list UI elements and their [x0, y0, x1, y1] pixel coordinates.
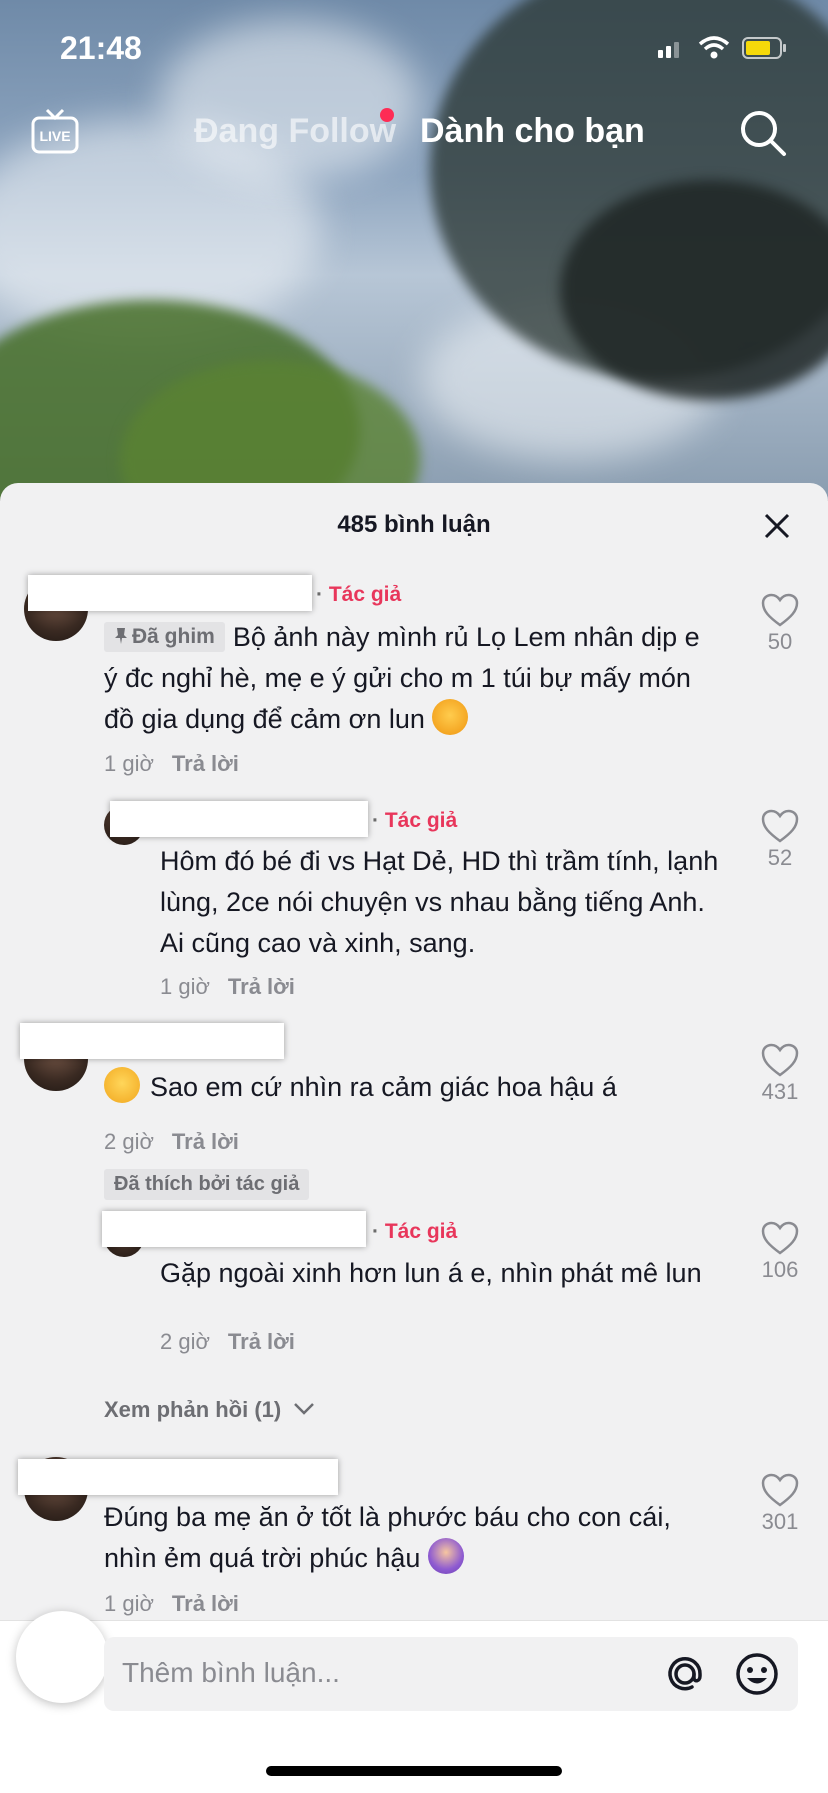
username-redacted [18, 1459, 338, 1495]
tab-following[interactable]: Đang Follow [194, 112, 396, 151]
heart-icon [761, 1473, 799, 1507]
like-count: 52 [767, 845, 793, 870]
live-tv-icon: LIVE [31, 108, 79, 154]
reply-button[interactable]: Trả lời [172, 1591, 239, 1616]
heart-icon [761, 593, 799, 627]
like-count: 106 [761, 1257, 799, 1282]
username-redacted [28, 575, 312, 611]
comment-text: Hôm đó bé đi vs Hạt Dẻ, HD thì trầm tính… [160, 846, 719, 958]
comments-sheet: 485 bình luận Tác giả Đã ghim Bộ ảnh này… [0, 483, 828, 1792]
notification-dot [380, 108, 394, 122]
svg-text:LIVE: LIVE [39, 128, 70, 144]
comment-text: Đã ghim Bộ ảnh này mình rủ Lọ Lem nhân d… [104, 622, 700, 735]
comment-meta: 1 giờ Trả lời [160, 974, 295, 999]
comments-count-title: 485 bình luận [337, 511, 491, 538]
my-avatar [16, 1611, 108, 1703]
like-button[interactable]: 50 [750, 593, 810, 655]
comment-input[interactable]: Thêm bình luận... [104, 1637, 798, 1711]
like-button[interactable]: 106 [750, 1221, 810, 1283]
status-icons [656, 36, 788, 60]
close-icon [764, 513, 790, 539]
signal-icon [658, 42, 679, 58]
reply-button[interactable]: Trả lời [172, 1129, 239, 1154]
smiling-face-with-hearts-icon [432, 699, 469, 735]
comment-meta: 1 giờ Trả lời [104, 751, 239, 776]
home-indicator [266, 1766, 562, 1776]
like-button[interactable]: 52 [750, 809, 810, 871]
close-button[interactable] [762, 511, 792, 541]
username-redacted [102, 1211, 366, 1247]
video-background [0, 0, 828, 500]
liked-by-author-badge: Đã thích bởi tác giả [104, 1169, 310, 1200]
top-navigation: LIVE Đang Follow Dành cho bạn [0, 108, 828, 158]
comment-meta: 2 giờ Trả lời [104, 1129, 239, 1154]
comment-input-placeholder: Thêm bình luận... [122, 1657, 340, 1688]
woman-gesturing-ok-icon [427, 1538, 464, 1574]
like-count: 431 [761, 1079, 799, 1104]
comment-meta: 1 giờ Trả lời [104, 1591, 239, 1616]
reply-button[interactable]: Trả lời [172, 751, 239, 776]
battery-icon [742, 37, 786, 59]
author-badge: Tác giả [372, 809, 457, 833]
like-count: 50 [767, 629, 793, 654]
like-button[interactable]: 301 [750, 1473, 810, 1535]
live-button[interactable]: LIVE [30, 108, 80, 156]
heart-icon [761, 1043, 799, 1077]
emoji-icon[interactable] [734, 1651, 780, 1697]
like-button[interactable]: 431 [750, 1043, 810, 1105]
reply-button[interactable]: Trả lời [228, 974, 295, 999]
heart-icon [761, 809, 799, 843]
pinned-badge: Đã ghim [104, 622, 225, 652]
pin-icon [115, 628, 127, 644]
pleading-face-icon [104, 1067, 140, 1103]
username-redacted [20, 1023, 284, 1059]
comment-meta: 2 giờ Trả lời [160, 1329, 295, 1354]
comment-text: Gặp ngoài xinh hơn lun á e, nhìn phát mê… [160, 1258, 702, 1288]
status-time: 21:48 [60, 30, 142, 66]
search-icon [741, 111, 786, 156]
comment-text: Sao em cứ nhìn ra cảm giác hoa hậu á [104, 1067, 704, 1108]
chevron-down-icon [294, 1403, 315, 1415]
heart-icon [761, 1221, 799, 1255]
search-button[interactable] [738, 108, 788, 158]
mention-icon[interactable] [662, 1651, 708, 1697]
author-badge: Tác giả [372, 1220, 457, 1244]
tab-for-you[interactable]: Dành cho bạn [420, 112, 645, 151]
author-badge: Tác giả [316, 583, 401, 607]
wifi-icon [698, 36, 730, 59]
username-redacted [110, 801, 368, 837]
reply-button[interactable]: Trả lời [228, 1329, 295, 1354]
comment-text: Đúng ba mẹ ăn ở tốt là phước báu cho con… [104, 1502, 671, 1574]
like-count: 301 [761, 1509, 799, 1534]
view-replies-button[interactable]: Xem phản hồi (1) [104, 1397, 315, 1423]
